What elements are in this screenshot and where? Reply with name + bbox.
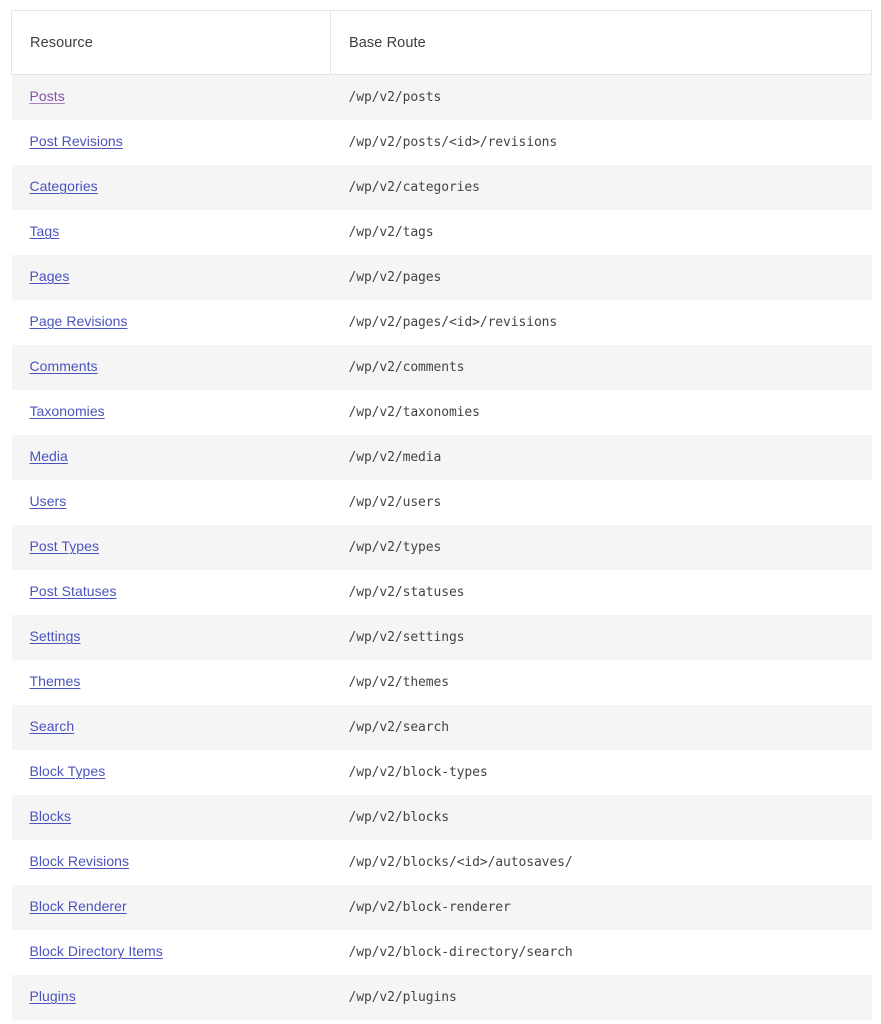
table-row: Posts/wp/v2/posts [11, 74, 872, 120]
cell-resource: Post Statuses [12, 570, 331, 615]
resource-link[interactable]: Themes [30, 673, 81, 689]
cell-base-route: /wp/v2/pages/<id>/revisions [348, 314, 558, 330]
cell-resource: Pages [12, 255, 331, 300]
table-row: Taxonomies/wp/v2/taxonomies [11, 389, 872, 435]
cell-base-route: /wp/v2/categories [348, 179, 480, 195]
cell-resource: Block Types [12, 750, 331, 795]
resource-link[interactable]: Taxonomies [30, 403, 105, 419]
resource-link[interactable]: Block Directory Items [30, 943, 163, 959]
table-row: Blocks/wp/v2/blocks [11, 794, 872, 840]
rest-api-routes-table: Resource Base Route Posts/wp/v2/posts Pos… [11, 10, 872, 1020]
cell-base-route: /wp/v2/statuses [348, 584, 465, 600]
cell-resource: Comments [12, 345, 331, 390]
resource-link[interactable]: Media [30, 448, 68, 464]
table-row: Post Revisions/wp/v2/posts/<id>/revision… [11, 119, 872, 165]
cell-base-route: /wp/v2/plugins [348, 989, 457, 1005]
resource-link[interactable]: Post Revisions [30, 133, 123, 149]
table-row: Comments/wp/v2/comments [11, 344, 872, 390]
cell-resource: Themes [12, 660, 331, 705]
table-body: Posts/wp/v2/posts Post Revisions/wp/v2/po… [11, 74, 872, 1020]
cell-resource: Tags [12, 210, 331, 255]
cell-resource: Block Directory Items [12, 930, 331, 975]
table-row: Plugins/wp/v2/plugins [11, 974, 872, 1020]
resource-link[interactable]: Settings [30, 628, 81, 644]
table-row: Search/wp/v2/search [11, 704, 872, 750]
cell-base-route: /wp/v2/posts [348, 89, 442, 105]
resource-link[interactable]: Block Types [30, 763, 106, 779]
cell-base-route: /wp/v2/blocks [348, 809, 450, 825]
resource-link[interactable]: Posts [30, 88, 65, 104]
resource-link[interactable]: Categories [30, 178, 98, 194]
resource-link[interactable]: Search [30, 718, 75, 734]
cell-resource: Block Renderer [12, 885, 331, 930]
cell-base-route: /wp/v2/themes [348, 674, 450, 690]
cell-base-route: /wp/v2/block-directory/search [348, 944, 573, 960]
cell-base-route: /wp/v2/search [348, 719, 450, 735]
table-row: Page Revisions/wp/v2/pages/<id>/revision… [11, 299, 872, 345]
table-row: Block Revisions/wp/v2/blocks/<id>/autosa… [11, 839, 872, 885]
table-row: Block Renderer/wp/v2/block-renderer [11, 884, 872, 930]
cell-base-route: /wp/v2/media [348, 449, 442, 465]
cell-base-route: /wp/v2/block-renderer [348, 899, 511, 915]
cell-resource: Block Revisions [12, 840, 331, 885]
cell-base-route: /wp/v2/users [348, 494, 442, 510]
resource-link[interactable]: Post Types [30, 538, 100, 554]
resource-link[interactable]: Block Renderer [30, 898, 127, 914]
resource-link[interactable]: Page Revisions [30, 313, 128, 329]
resource-link[interactable]: Block Revisions [30, 853, 130, 869]
cell-resource: Search [12, 705, 331, 750]
cell-resource: Post Revisions [12, 120, 331, 165]
table-row: Media/wp/v2/media [11, 434, 872, 480]
cell-base-route: /wp/v2/blocks/<id>/autosaves/ [348, 854, 573, 870]
cell-base-route: /wp/v2/block-types [348, 764, 488, 780]
cell-base-route: /wp/v2/tags [348, 224, 434, 240]
cell-base-route: /wp/v2/types [348, 539, 442, 555]
cell-resource: Page Revisions [12, 300, 331, 345]
table-row: Post Types/wp/v2/types [11, 524, 872, 570]
table-header-row: Resource Base Route [11, 10, 872, 75]
cell-base-route: /wp/v2/comments [348, 359, 465, 375]
table-row: Block Directory Items/wp/v2/block-direct… [11, 929, 872, 975]
resource-link[interactable]: Tags [30, 223, 60, 239]
resource-link[interactable]: Post Statuses [30, 583, 117, 599]
column-header-base-route: Base Route [330, 10, 872, 75]
cell-base-route: /wp/v2/pages [348, 269, 442, 285]
table-row: Tags/wp/v2/tags [11, 209, 872, 255]
table-row: Post Statuses/wp/v2/statuses [11, 569, 872, 615]
cell-resource: Categories [12, 165, 331, 210]
cell-resource: Taxonomies [12, 390, 331, 435]
table-row: Categories/wp/v2/categories [11, 164, 872, 210]
cell-resource: Media [12, 435, 331, 480]
resource-link[interactable]: Users [30, 493, 67, 509]
resource-link[interactable]: Plugins [30, 988, 76, 1004]
cell-resource: Plugins [12, 975, 331, 1020]
resource-link[interactable]: Pages [30, 268, 70, 284]
resource-link[interactable]: Comments [30, 358, 98, 374]
table-row: Block Types/wp/v2/block-types [11, 749, 872, 795]
cell-resource: Users [12, 480, 331, 525]
cell-resource: Posts [12, 75, 331, 120]
table-row: Pages/wp/v2/pages [11, 254, 872, 300]
table-row: Settings/wp/v2/settings [11, 614, 872, 660]
page-container: Resource Base Route Posts/wp/v2/posts Pos… [0, 0, 881, 1024]
cell-resource: Settings [12, 615, 331, 660]
cell-resource: Post Types [12, 525, 331, 570]
cell-base-route: /wp/v2/settings [348, 629, 465, 645]
table-header: Resource Base Route [11, 10, 872, 75]
column-header-resource: Resource [11, 10, 331, 75]
cell-resource: Blocks [12, 795, 331, 840]
cell-base-route: /wp/v2/taxonomies [348, 404, 480, 420]
cell-base-route: /wp/v2/posts/<id>/revisions [348, 134, 558, 150]
table-row: Themes/wp/v2/themes [11, 659, 872, 705]
resource-link[interactable]: Blocks [30, 808, 72, 824]
table-row: Users/wp/v2/users [11, 479, 872, 525]
